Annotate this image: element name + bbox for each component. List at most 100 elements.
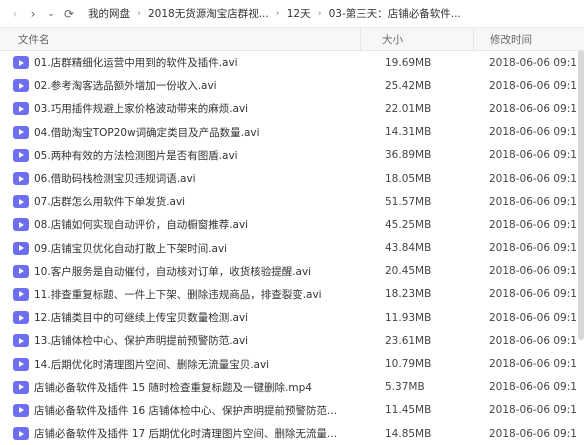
file-modified-date: 2018-06-06 09:1 <box>489 195 577 208</box>
file-name[interactable]: 01.店群精细化运营中用到的软件及插件.avi <box>34 55 238 70</box>
file-name-cell: 01.店群精细化运营中用到的软件及插件.avi <box>0 55 360 70</box>
file-modified-date: 2018-06-06 09:1 <box>489 79 577 92</box>
file-modified-date: 2018-06-06 09:1 <box>489 334 577 347</box>
video-file-icon <box>13 56 29 70</box>
file-name[interactable]: 04.借助淘宝TOP20w词确定类目及产品数量.avi <box>34 125 260 140</box>
breadcrumb-item[interactable]: 我的网盘 <box>88 6 130 21</box>
file-row[interactable]: 10.客户服务是自动催付，自动核对订单，收货核验提醒.avi 20.45MB 201… <box>0 260 584 283</box>
file-modified-date: 2018-06-06 09:1 <box>489 358 577 371</box>
video-file-icon <box>13 264 29 278</box>
file-name[interactable]: 08.店铺如何实现自动评价，自动橱窗推荐.avi <box>34 217 248 232</box>
file-modified-date: 2018-06-06 09:1 <box>489 242 577 255</box>
file-size: 22.01MB <box>385 102 432 115</box>
breadcrumb-item[interactable]: 2018无货源淘宝店群视... <box>148 6 269 21</box>
file-size: 45.25MB <box>385 218 432 231</box>
breadcrumb-item[interactable]: 12天 <box>287 6 311 21</box>
column-header-size[interactable]: 大小 <box>360 28 473 50</box>
video-file-icon <box>13 427 29 441</box>
file-row[interactable]: 店铺必备软件及插件 16 店铺体检中心、保护声明提前预警防范... 11.45MB… <box>0 399 584 422</box>
video-file-icon <box>13 357 29 371</box>
file-row[interactable]: 03.巧用插件规避上家价格波动带来的麻烦.avi 22.01MB 2018-06-0… <box>0 97 584 120</box>
file-name[interactable]: 10.客户服务是自动催付，自动核对订单，收货核验提醒.avi <box>34 264 311 279</box>
file-modified-date: 2018-06-06 09:1 <box>489 56 577 69</box>
video-file-icon <box>13 102 29 116</box>
file-name[interactable]: 13.店铺体检中心、保护声明提前预警防范.avi <box>34 333 248 348</box>
file-row[interactable]: 12.店铺类目中的可继续上传宝贝数量检测.avi 11.93MB 2018-06-0… <box>0 306 584 329</box>
file-size: 23.61MB <box>385 334 432 347</box>
video-file-icon <box>13 241 29 255</box>
file-size: 51.57MB <box>385 195 432 208</box>
file-name-cell: 13.店铺体检中心、保护声明提前预警防范.avi <box>0 333 360 348</box>
back-icon[interactable]: ‹ <box>6 7 24 21</box>
file-modified-date: 2018-06-06 09:1 <box>489 126 577 139</box>
file-list-header: 文件名 大小 修改时间 <box>0 28 584 51</box>
video-file-icon <box>13 148 29 162</box>
file-row[interactable]: 01.店群精细化运营中用到的软件及插件.avi 19.69MB 2018-06-06… <box>0 51 584 74</box>
video-file-icon <box>13 218 29 232</box>
file-name[interactable]: 06.借助码栈检测宝贝违规词语.avi <box>34 171 196 186</box>
file-row[interactable]: 06.借助码栈检测宝贝违规词语.avi 18.05MB 2018-06-06 09:… <box>0 167 584 190</box>
breadcrumb-separator-icon: › <box>317 8 322 19</box>
file-modified-date: 2018-06-06 09:1 <box>489 218 577 231</box>
file-name-cell: 10.客户服务是自动催付，自动核对订单，收货核验提醒.avi <box>0 264 360 279</box>
file-row[interactable]: 08.店铺如何实现自动评价，自动橱窗推荐.avi 45.25MB 2018-06-0… <box>0 213 584 236</box>
file-modified-date: 2018-06-06 09:1 <box>489 102 577 115</box>
file-row[interactable]: 11.排查重复标题、一件上下架、删除违规商品，排查裂变.avi 18.23MB 20… <box>0 283 584 306</box>
forward-icon[interactable]: › <box>24 7 42 21</box>
video-file-icon <box>13 380 29 394</box>
file-size: 18.05MB <box>385 172 432 185</box>
file-name-cell: 店铺必备软件及插件 17 后期优化时清理图片空间、删除无流量... <box>0 426 360 441</box>
file-list: 01.店群精细化运营中用到的软件及插件.avi 19.69MB 2018-06-06… <box>0 51 584 445</box>
file-name[interactable]: 14.后期优化时清理图片空间、删除无流量宝贝.avi <box>34 357 269 372</box>
scrollbar[interactable] <box>578 50 584 340</box>
file-name-cell: 店铺必备软件及插件 15 随时检查重复标题及一键删除.mp4 <box>0 380 360 395</box>
file-name[interactable]: 店铺必备软件及插件 15 随时检查重复标题及一键删除.mp4 <box>34 380 312 395</box>
file-name-cell: 12.店铺类目中的可继续上传宝贝数量检测.avi <box>0 310 360 325</box>
file-row[interactable]: 07.店群怎么用软件下单发货.avi 51.57MB 2018-06-06 09:1 <box>0 190 584 213</box>
video-file-icon <box>13 311 29 325</box>
file-name[interactable]: 店铺必备软件及插件 17 后期优化时清理图片空间、删除无流量... <box>34 426 337 441</box>
file-name[interactable]: 12.店铺类目中的可继续上传宝贝数量检测.avi <box>34 310 248 325</box>
file-name[interactable]: 店铺必备软件及插件 16 店铺体检中心、保护声明提前预警防范... <box>34 403 337 418</box>
file-name[interactable]: 11.排查重复标题、一件上下架、删除违规商品，排查裂变.avi <box>34 287 322 302</box>
file-name[interactable]: 05.两种有效的方法检测图片是否有图盾.avi <box>34 148 238 163</box>
file-size: 11.45MB <box>385 404 432 417</box>
file-row[interactable]: 14.后期优化时清理图片空间、删除无流量宝贝.avi 10.79MB 2018-06… <box>0 352 584 375</box>
breadcrumb-separator-icon: › <box>275 8 280 19</box>
video-file-icon <box>13 172 29 186</box>
file-name[interactable]: 09.店铺宝贝优化自动打散上下架时间.avi <box>34 241 227 256</box>
file-name-cell: 07.店群怎么用软件下单发货.avi <box>0 194 360 209</box>
file-size: 10.79MB <box>385 358 432 371</box>
file-row[interactable]: 店铺必备软件及插件 15 随时检查重复标题及一键删除.mp4 5.37MB 2018… <box>0 376 584 399</box>
file-name-cell: 11.排查重复标题、一件上下架、删除违规商品，排查裂变.avi <box>0 287 360 302</box>
file-row[interactable]: 05.两种有效的方法检测图片是否有图盾.avi 36.89MB 2018-06-06… <box>0 144 584 167</box>
file-modified-date: 2018-06-06 09:1 <box>489 427 577 440</box>
file-name-cell: 02.参考淘客选品额外增加一份收入.avi <box>0 78 360 93</box>
refresh-icon[interactable]: ⟳ <box>60 7 78 21</box>
file-size: 43.84MB <box>385 242 432 255</box>
file-row[interactable]: 09.店铺宝贝优化自动打散上下架时间.avi 43.84MB 2018-06-06 … <box>0 237 584 260</box>
chevron-down-icon[interactable]: ⌄ <box>42 9 60 19</box>
file-name-cell: 08.店铺如何实现自动评价，自动橱窗推荐.avi <box>0 217 360 232</box>
file-name-cell: 09.店铺宝贝优化自动打散上下架时间.avi <box>0 241 360 256</box>
column-header-name[interactable]: 文件名 <box>0 32 360 47</box>
file-row[interactable]: 04.借助淘宝TOP20w词确定类目及产品数量.avi 14.31MB 2018-0… <box>0 121 584 144</box>
navigation-bar: ‹ › ⌄ ⟳ 我的网盘 › 2018无货源淘宝店群视... › 12天 › 0… <box>0 0 584 28</box>
file-name-cell: 03.巧用插件规避上家价格波动带来的麻烦.avi <box>0 101 360 116</box>
breadcrumb-item-current[interactable]: 03-第三天：店铺必备软件... <box>329 6 461 21</box>
file-name[interactable]: 03.巧用插件规避上家价格波动带来的麻烦.avi <box>34 101 248 116</box>
file-name-cell: 06.借助码栈检测宝贝违规词语.avi <box>0 171 360 186</box>
file-modified-date: 2018-06-06 09:1 <box>489 265 577 278</box>
column-header-date[interactable]: 修改时间 <box>473 28 584 50</box>
file-row[interactable]: 02.参考淘客选品额外增加一份收入.avi 25.42MB 2018-06-06 0… <box>0 74 584 97</box>
file-name[interactable]: 07.店群怎么用软件下单发货.avi <box>34 194 185 209</box>
file-name-cell: 04.借助淘宝TOP20w词确定类目及产品数量.avi <box>0 125 360 140</box>
video-file-icon <box>13 334 29 348</box>
file-size: 14.85MB <box>385 427 432 440</box>
file-row[interactable]: 13.店铺体检中心、保护声明提前预警防范.avi 23.61MB 2018-06-0… <box>0 329 584 352</box>
video-file-icon <box>13 287 29 301</box>
video-file-icon <box>13 125 29 139</box>
file-name[interactable]: 02.参考淘客选品额外增加一份收入.avi <box>34 78 217 93</box>
file-modified-date: 2018-06-06 09:1 <box>489 172 577 185</box>
breadcrumb-separator-icon: › <box>137 8 141 19</box>
